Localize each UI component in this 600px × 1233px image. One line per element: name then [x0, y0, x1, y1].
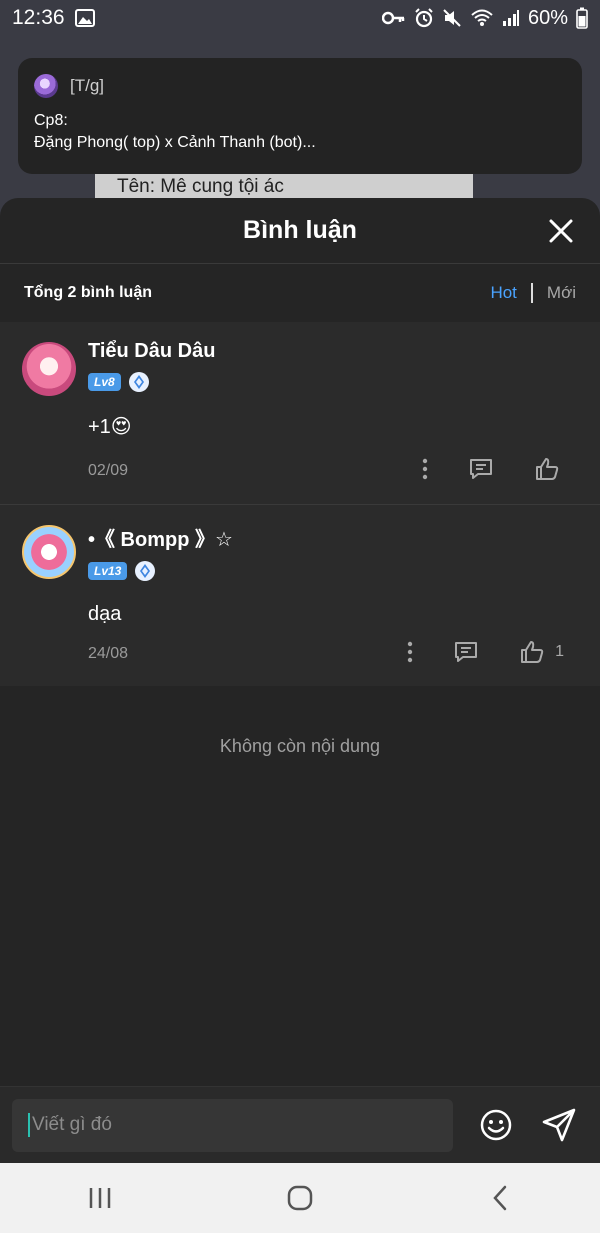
- battery-icon: [576, 7, 588, 29]
- emoji-icon: [480, 1109, 512, 1141]
- level-badge: Lv13: [88, 562, 128, 580]
- back-icon: [493, 1185, 507, 1211]
- comment-text: +1😍: [88, 416, 132, 438]
- comment-item: •《 Bompp 》☆ Lv13 dạa 24/08 1: [0, 504, 600, 686]
- close-button[interactable]: [548, 218, 574, 244]
- sort-tabs: Hot Mới: [490, 283, 576, 303]
- diamond-badge-icon: [135, 561, 156, 581]
- sort-new-tab[interactable]: Mới: [547, 283, 576, 303]
- sheet-title: Bình luận: [243, 216, 357, 244]
- signal-icon: [502, 9, 520, 27]
- send-button[interactable]: [541, 1107, 577, 1143]
- sheet-header: Bình luận: [0, 198, 600, 264]
- notification-app-label: [T/g]: [70, 76, 105, 95]
- send-icon: [542, 1108, 576, 1142]
- more-options-button[interactable]: [422, 458, 428, 480]
- thumbs-up-icon: [521, 641, 544, 663]
- comment-item: Tiểu Dâu Dâu Lv8 +1😍 02/09: [0, 322, 600, 504]
- comment-icon: [455, 642, 478, 662]
- like-button[interactable]: [534, 456, 570, 482]
- notification-title: Cp8:: [34, 112, 68, 129]
- image-notification-icon: [74, 9, 95, 27]
- comment-icon: [470, 459, 492, 479]
- key-icon: [381, 10, 406, 26]
- comment-list: Tiểu Dâu Dâu Lv8 +1😍 02/09 •《 Bompp 》☆ L…: [0, 322, 600, 686]
- notification-body: Đặng Phong( top) x Cảnh Thanh (bot)...: [34, 134, 316, 151]
- like-count: 1: [555, 643, 564, 660]
- more-options-button[interactable]: [407, 641, 413, 663]
- sort-divider: [530, 283, 533, 303]
- comment-input-bar: Viết gì đó: [0, 1086, 600, 1163]
- alarm-icon: [414, 8, 434, 28]
- comment-input[interactable]: Viết gì đó: [12, 1098, 453, 1152]
- back-button[interactable]: [470, 1178, 530, 1218]
- home-button[interactable]: [270, 1178, 330, 1218]
- system-navigation-bar: [0, 1163, 600, 1233]
- comment-input-placeholder: Viết gì đó: [32, 1114, 112, 1135]
- comment-username[interactable]: Tiểu Dâu Dâu: [88, 340, 576, 363]
- thumbs-up-icon: [536, 458, 559, 480]
- comment-count: Tổng 2 bình luận: [24, 284, 152, 301]
- diamond-badge-icon: [128, 372, 149, 392]
- comment-text: dạa: [88, 603, 122, 625]
- home-icon: [287, 1185, 313, 1211]
- comment-date: 24/08: [88, 645, 129, 662]
- level-badge: Lv8: [88, 373, 121, 391]
- text-caret: [28, 1113, 30, 1137]
- wifi-icon: [470, 8, 494, 28]
- avatar[interactable]: [22, 342, 76, 396]
- end-of-list-text: Không còn nội dung: [219, 736, 381, 756]
- recent-apps-icon: [89, 1188, 111, 1208]
- comment-username[interactable]: •《 Bompp 》☆: [88, 523, 576, 552]
- reply-button[interactable]: [468, 457, 494, 481]
- like-button[interactable]: 1: [519, 639, 564, 665]
- notification-app-icon: [34, 74, 58, 98]
- more-vertical-icon: [407, 641, 413, 663]
- more-vertical-icon: [422, 458, 428, 480]
- emoji-button[interactable]: [479, 1108, 513, 1142]
- close-icon: [549, 219, 573, 243]
- heads-up-notification[interactable]: [T/g] Cp8: Đặng Phong( top) x Cảnh Thanh…: [18, 58, 582, 174]
- comment-summary: Tổng 2 bình luận Hot Mới: [0, 264, 600, 322]
- avatar[interactable]: [22, 525, 76, 579]
- battery-text: 60%: [527, 6, 568, 29]
- sort-hot-tab[interactable]: Hot: [490, 283, 516, 303]
- mute-icon: [442, 8, 462, 28]
- comment-sheet: Bình luận Tổng 2 bình luận Hot Mới Tiểu …: [0, 198, 600, 1163]
- reply-button[interactable]: [453, 640, 479, 664]
- comment-date: 02/09: [88, 462, 129, 479]
- status-bar: 12:36 60%: [0, 0, 600, 36]
- recent-apps-button[interactable]: [70, 1178, 130, 1218]
- status-time: 12:36: [12, 6, 65, 29]
